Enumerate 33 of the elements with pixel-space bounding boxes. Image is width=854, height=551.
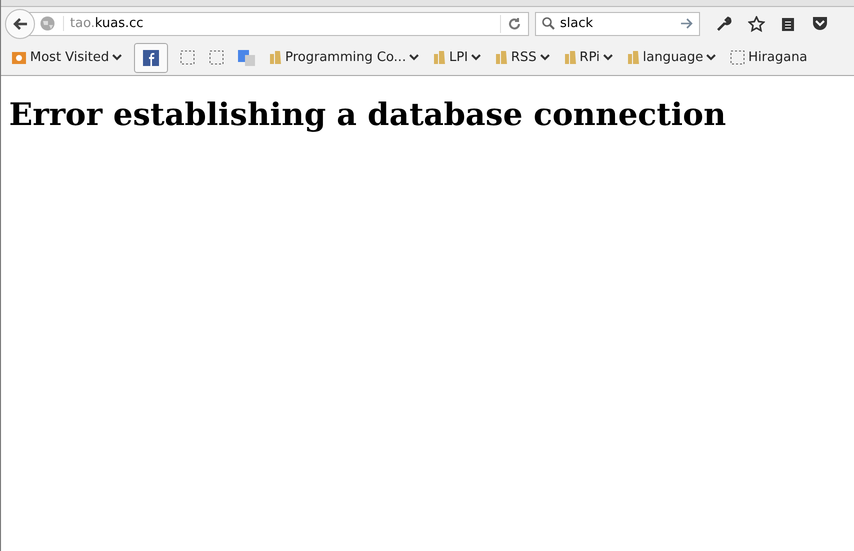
reload-icon bbox=[508, 17, 521, 30]
blank-page-icon bbox=[730, 50, 746, 65]
back-button[interactable] bbox=[5, 8, 35, 38]
chevron-icon bbox=[706, 54, 716, 61]
facebook-icon bbox=[143, 50, 160, 66]
search-field[interactable]: slack bbox=[535, 12, 700, 36]
star-icon bbox=[748, 16, 764, 32]
chevron-icon bbox=[602, 54, 613, 61]
error-heading: Error establishing a database connection bbox=[9, 97, 727, 133]
globe-icon bbox=[40, 16, 55, 31]
chevron-icon bbox=[409, 54, 420, 61]
blank-page-icon bbox=[209, 50, 224, 65]
url-text: tao.kuas.cc bbox=[63, 16, 500, 31]
chevron-icon bbox=[112, 54, 122, 61]
blank-page-icon bbox=[180, 50, 196, 65]
bookmark-item[interactable]: Hiragana bbox=[728, 47, 810, 68]
clipboard-icon bbox=[781, 16, 795, 32]
search-icon bbox=[542, 17, 555, 30]
bookmark-folder[interactable]: RPi bbox=[562, 47, 615, 68]
wrench-icon bbox=[716, 16, 732, 32]
bookmark-item[interactable] bbox=[134, 42, 168, 72]
address-bar[interactable]: tao.kuas.cc bbox=[29, 12, 529, 36]
chevron-icon bbox=[540, 54, 550, 61]
bookmark-folder[interactable]: LPI bbox=[431, 47, 483, 68]
arrow-icon bbox=[681, 18, 693, 29]
back-arrow-icon bbox=[12, 16, 28, 30]
bookmark-folder[interactable]: language bbox=[624, 47, 718, 68]
pocket-icon bbox=[812, 16, 828, 31]
translate-icon bbox=[238, 50, 256, 66]
chevron-icon bbox=[471, 54, 481, 61]
bookmark-folder[interactable]: Most Visited bbox=[9, 47, 124, 68]
bookmark-folder[interactable]: Programming Co... bbox=[267, 47, 422, 68]
bookmark-folder[interactable]: RSS bbox=[493, 47, 552, 68]
